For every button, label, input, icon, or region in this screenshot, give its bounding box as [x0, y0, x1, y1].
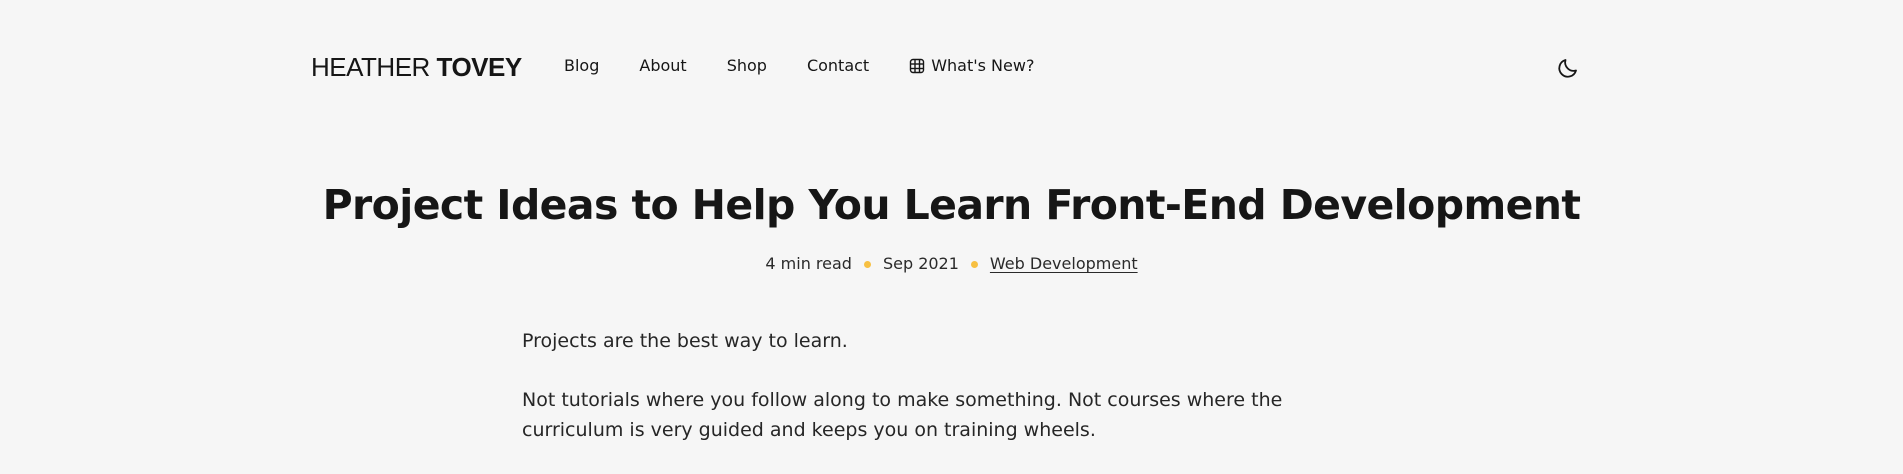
logo-first-name: HEATHER — [311, 52, 430, 82]
post-header: Project Ideas to Help You Learn Front-En… — [0, 175, 1903, 276]
nav-link-blog[interactable]: Blog — [564, 54, 599, 78]
meta-separator-dot — [970, 260, 978, 268]
paragraph: Not tutorials where you follow along to … — [522, 389, 1283, 441]
moon-icon — [1556, 56, 1580, 80]
read-time: 4 min read — [765, 254, 852, 273]
meta-separator-dot — [863, 260, 871, 268]
nav-link-contact[interactable]: Contact — [807, 54, 869, 78]
nav-link-about[interactable]: About — [639, 54, 686, 78]
nav-link-label: Shop — [726, 56, 767, 75]
nav-link-label: Contact — [806, 56, 870, 75]
nav-link-label: About — [639, 56, 687, 75]
site-logo[interactable]: HEATHER TOVEY — [311, 52, 522, 82]
logo-last-name: TOVEY — [436, 52, 523, 82]
category-link[interactable]: Web Development — [990, 252, 1138, 276]
theme-toggle-button[interactable] — [1556, 56, 1580, 80]
main-nav: Blog About Shop Contact What's New? — [564, 54, 1034, 78]
nav-link-shop[interactable]: Shop — [727, 54, 767, 78]
post-meta: 4 min read Sep 2021 Web Development — [0, 252, 1903, 276]
paragraph: Projects are the best way to learn. — [522, 330, 848, 352]
post-date: Sep 2021 — [882, 254, 959, 273]
nav-link-label: Blog — [564, 56, 600, 75]
post-title: Project Ideas to Help You Learn Front-En… — [322, 181, 1581, 229]
grid-table-icon — [909, 58, 925, 74]
nav-link-label: What's New? — [931, 56, 1035, 75]
site-header: HEATHER TOVEY Blog About Shop Contact Wh… — [0, 0, 1903, 130]
post-body: Projects are the best way to learn. Not … — [522, 326, 1382, 474]
nav-link-whats-new[interactable]: What's New? — [909, 54, 1034, 78]
